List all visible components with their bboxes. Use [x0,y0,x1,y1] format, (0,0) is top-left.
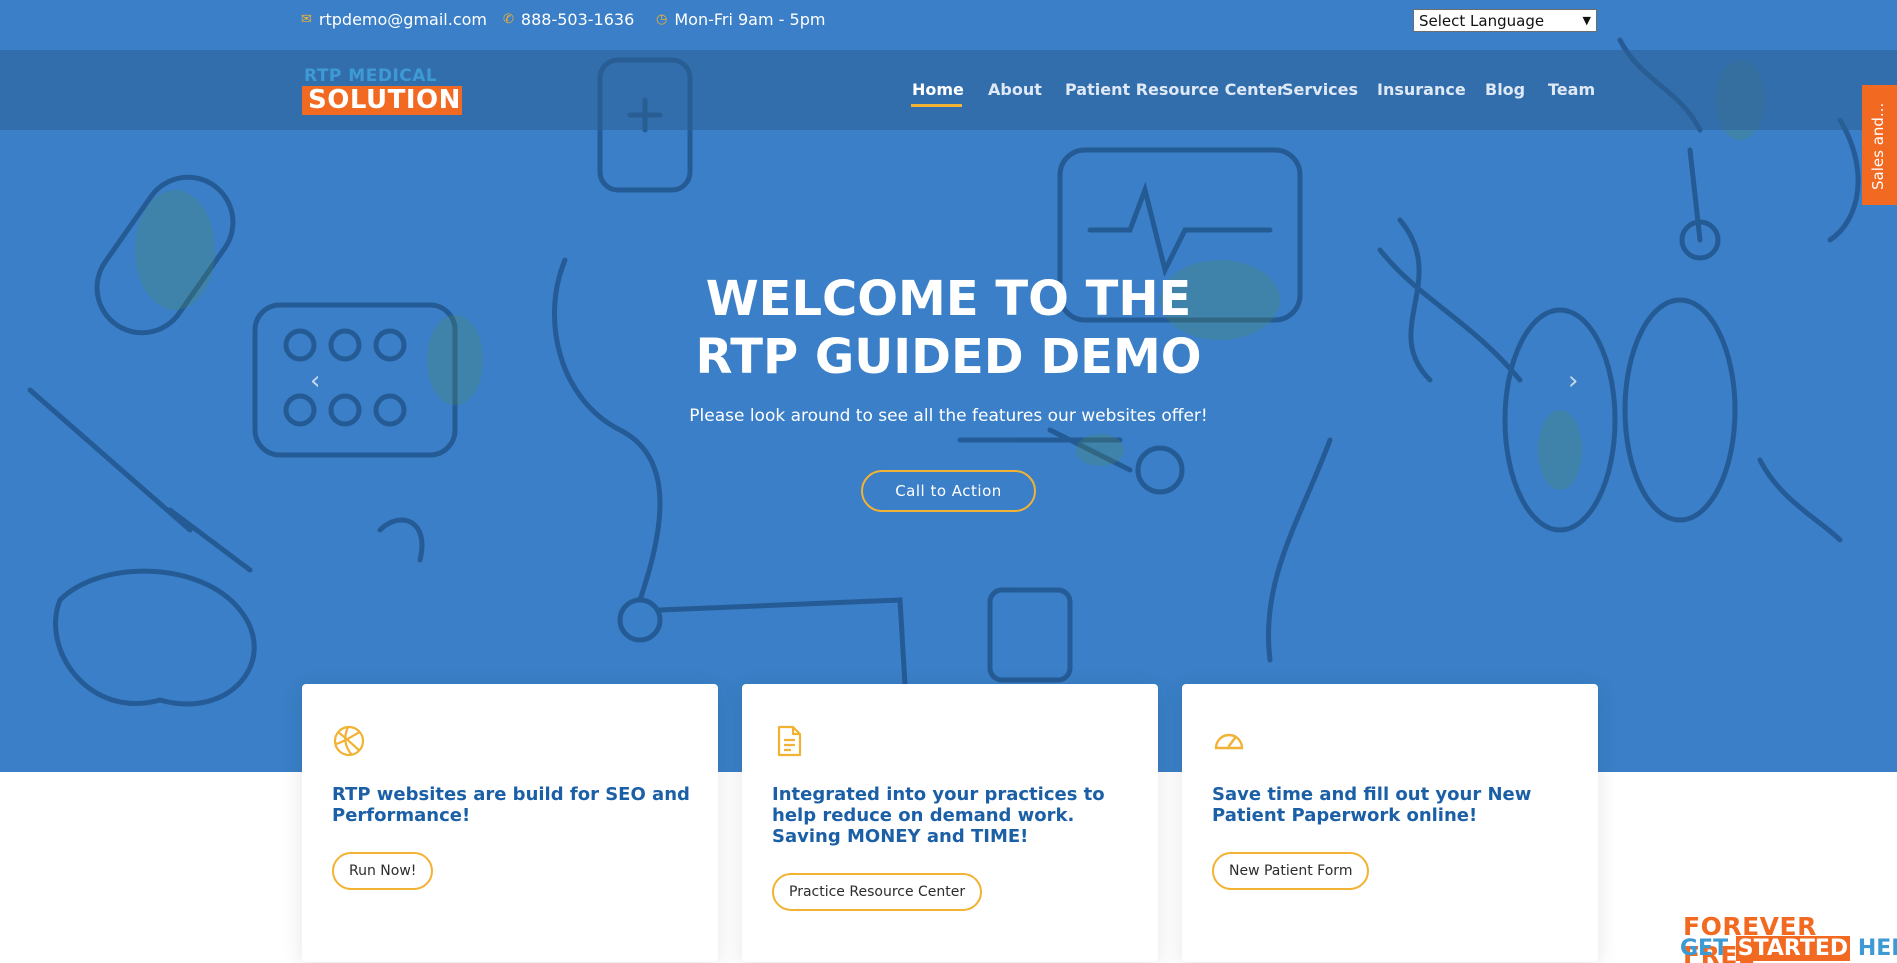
envelope-icon: ✉ [301,12,312,27]
promo-line2: GET STARTED HERE [1680,936,1897,961]
nav-services[interactable]: Services [1282,80,1358,99]
sales-side-tab[interactable]: Sales and... [1862,85,1897,205]
hero-title: WELCOME TO THE RTP GUIDED DEMO [0,270,1897,386]
phone-icon: ✆ [503,12,514,27]
promo-started: STARTED [1735,936,1851,961]
call-to-action-button[interactable]: Call to Action [861,470,1036,512]
forever-free-promo[interactable]: FOREVER FREE GET STARTED HERE [1680,912,1897,963]
phone-contact[interactable]: ✆ 888-503-1636 [503,10,634,29]
document-icon [777,725,802,757]
practice-resource-center-button[interactable]: Practice Resource Center [772,873,983,911]
nav-insurance[interactable]: Insurance [1377,80,1466,99]
top-info-bar: ✉ rtpdemo@gmail.com ✆ 888-503-1636 ◷ Mon… [0,0,1897,50]
nav-active-indicator [911,104,962,107]
basketball-icon [333,725,365,757]
practice-resource-center-label: Practice Resource Center [789,884,966,900]
email-contact[interactable]: ✉ rtpdemo@gmail.com [301,10,487,29]
speedometer-icon [1214,733,1244,750]
new-patient-form-button[interactable]: New Patient Form [1212,852,1370,890]
hero-subtitle: Please look around to see all the featur… [689,406,1208,426]
nav-patient-resource-center[interactable]: Patient Resource Center [1065,80,1285,99]
hero-title-line1: WELCOME TO THE [705,271,1192,327]
call-to-action-label: Call to Action [895,482,1002,500]
slider-next-icon[interactable]: › [1568,366,1578,396]
language-select[interactable]: Select Language ▼ [1413,9,1597,32]
nav-home[interactable]: Home [912,80,964,99]
site-logo[interactable]: RTP MEDICAL SOLUTION [302,66,462,118]
feature-card-text: Integrated into your practices to help r… [772,784,1105,847]
slider-prev-icon[interactable]: ‹ [310,366,320,396]
feature-card-text: Save time and fill out your New Patient … [1212,784,1532,826]
clock-icon: ◷ [656,12,668,27]
email-text[interactable]: rtpdemo@gmail.com [319,10,487,29]
feature-card-text: RTP websites are build for SEO and Perfo… [332,784,690,826]
hero-section: ✉ rtpdemo@gmail.com ✆ 888-503-1636 ◷ Mon… [0,0,1897,772]
run-now-label: Run Now! [349,863,417,879]
promo-here: HERE [1857,936,1897,961]
language-select-value: Select Language [1419,11,1545,30]
new-patient-form-label: New Patient Form [1229,863,1353,879]
feature-card-paperwork: Save time and fill out your New Patient … [1182,684,1598,962]
hero-title-line2: RTP GUIDED DEMO [695,329,1202,385]
sales-side-tab-label: Sales and... [1869,102,1887,190]
feature-card-seo: RTP websites are build for SEO and Perfo… [302,684,718,962]
phone-text[interactable]: 888-503-1636 [521,10,634,29]
nav-blog[interactable]: Blog [1485,80,1525,99]
hours-text: Mon-Fri 9am - 5pm [674,10,826,29]
run-now-button[interactable]: Run Now! [332,852,434,890]
logo-line2: SOLUTION [308,85,461,115]
logo-line1: RTP MEDICAL [304,66,438,86]
hours-info: ◷ Mon-Fri 9am - 5pm [656,10,825,29]
feature-card-integration: Integrated into your practices to help r… [742,684,1158,962]
promo-get: GET [1680,936,1736,961]
nav-about[interactable]: About [988,80,1042,99]
chevron-down-icon: ▼ [1582,14,1591,27]
nav-team[interactable]: Team [1548,80,1595,99]
